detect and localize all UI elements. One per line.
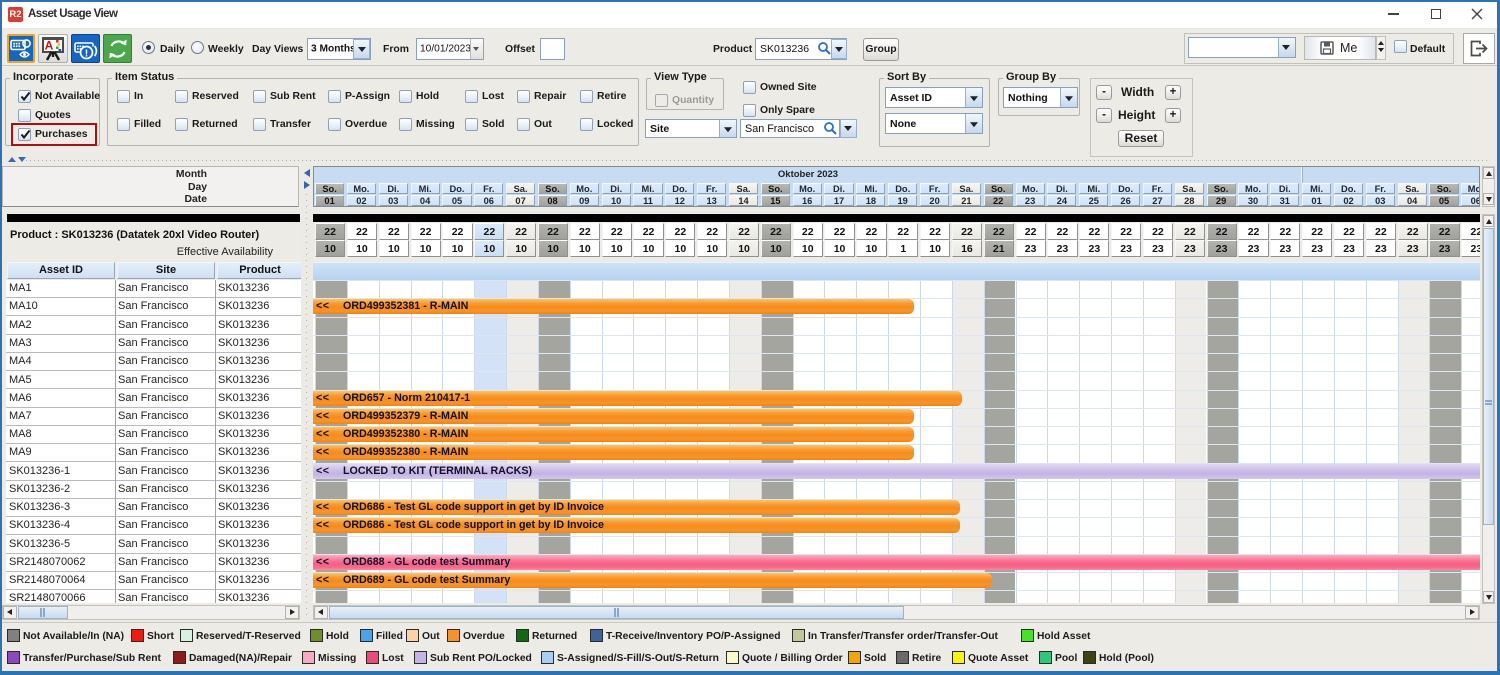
svg-text:!: !: [85, 48, 89, 60]
svg-text:A: A: [45, 39, 54, 53]
